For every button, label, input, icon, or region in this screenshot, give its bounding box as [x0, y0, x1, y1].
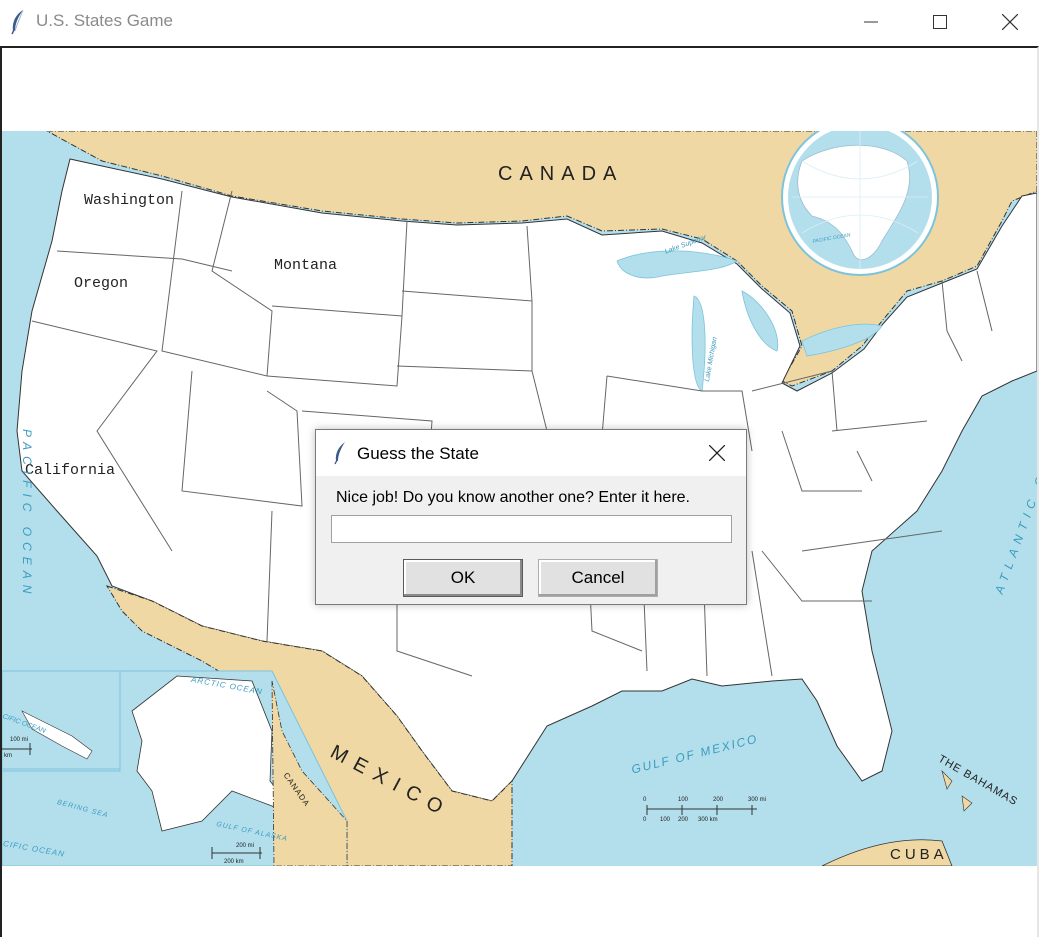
maximize-button[interactable] — [905, 0, 975, 44]
scale-km-0: 0 — [643, 817, 647, 823]
scale-mi-100: 100 — [678, 797, 689, 803]
state-label-oregon: Oregon — [74, 275, 129, 292]
cancel-button[interactable]: Cancel — [538, 559, 658, 597]
scale-km-300: 300 km — [698, 817, 718, 823]
scale-km-100: 100 — [660, 817, 671, 823]
minimize-icon — [864, 21, 878, 23]
label-cuba: CUBA — [890, 846, 948, 863]
ok-button[interactable]: OK — [403, 559, 523, 597]
state-label-washington: Washington — [84, 192, 175, 209]
hawaii-scale-km: km — [4, 753, 12, 759]
window-titlebar: U.S. States Game — [0, 0, 1045, 44]
window-title: U.S. States Game — [36, 11, 173, 30]
scale-mi-0: 0 — [643, 797, 647, 803]
guess-state-dialog: Guess the State Nice job! Do you know an… — [315, 429, 747, 605]
scale-mi-200: 200 — [713, 797, 724, 803]
alaska-scale-km: 200 km — [224, 859, 244, 865]
dialog-title: Guess the State — [357, 444, 479, 463]
close-icon — [1002, 14, 1018, 30]
dialog-prompt: Nice job! Do you know another one? Enter… — [336, 489, 690, 506]
close-icon — [709, 445, 725, 461]
feather-icon — [11, 9, 24, 35]
feather-icon — [334, 442, 345, 465]
scale-km-200: 200 — [678, 817, 689, 823]
state-guess-input[interactable] — [331, 515, 732, 543]
label-pacific-ocean: PACIFIC OCEAN — [20, 429, 34, 600]
dialog-titlebar: Guess the State — [316, 430, 746, 476]
dialog-close-button[interactable] — [701, 438, 733, 468]
close-window-button[interactable] — [975, 0, 1045, 44]
label-canada: CANADA — [498, 163, 624, 185]
hawaii-scale-mi: 100 mi — [10, 737, 29, 743]
minimize-button[interactable] — [836, 0, 906, 44]
scale-mi-300: 300 mi — [748, 797, 767, 803]
maximize-icon — [933, 15, 947, 29]
state-label-montana: Montana — [274, 257, 338, 274]
state-label-california: California — [25, 462, 116, 479]
alaska-scale-mi: 200 mi — [236, 843, 255, 849]
